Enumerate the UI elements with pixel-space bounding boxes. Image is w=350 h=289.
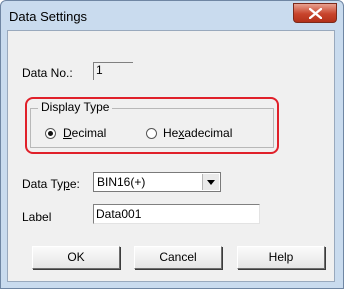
decimal-radio[interactable]: [45, 128, 56, 139]
data-no-field: 1: [93, 62, 133, 80]
data-no-label: Data No.:: [22, 66, 73, 80]
label-input-value: Data001: [96, 207, 142, 221]
chevron-down-icon: [207, 180, 215, 185]
data-type-select[interactable]: BIN16(+): [93, 172, 221, 192]
data-type-label-rest: e:: [69, 177, 80, 191]
decimal-radio-label[interactable]: Decimal: [63, 126, 106, 140]
decimal-mnemonic: D: [63, 126, 72, 140]
hex-label-rest: adecimal: [184, 126, 233, 140]
hexadecimal-radio-label[interactable]: Hexadecimal: [163, 126, 232, 140]
help-button[interactable]: Help: [237, 246, 325, 269]
data-type-mnemonic: p: [63, 177, 70, 191]
radio-selected-dot: [48, 131, 53, 136]
hexadecimal-radio[interactable]: [146, 128, 157, 139]
title-bar[interactable]: Data Settings: [1, 1, 343, 31]
data-no-value: 1: [96, 63, 103, 77]
data-type-label-start: Data Ty: [22, 177, 64, 191]
data-type-value: BIN16(+): [97, 175, 146, 189]
data-type-label: Data Type:: [22, 177, 80, 191]
data-type-dropdown-button[interactable]: [202, 174, 219, 190]
close-button[interactable]: [293, 3, 337, 23]
hex-label-start: He: [163, 126, 179, 140]
ok-button[interactable]: OK: [32, 246, 120, 269]
label-input[interactable]: Data001: [93, 204, 260, 224]
display-type-group-label: Display Type: [38, 100, 113, 114]
window-title: Data Settings: [9, 9, 88, 24]
label-field-label: Label: [22, 210, 52, 224]
cancel-button[interactable]: Cancel: [134, 246, 222, 269]
decimal-label-rest: ecimal: [71, 126, 107, 140]
close-icon: [309, 8, 322, 19]
